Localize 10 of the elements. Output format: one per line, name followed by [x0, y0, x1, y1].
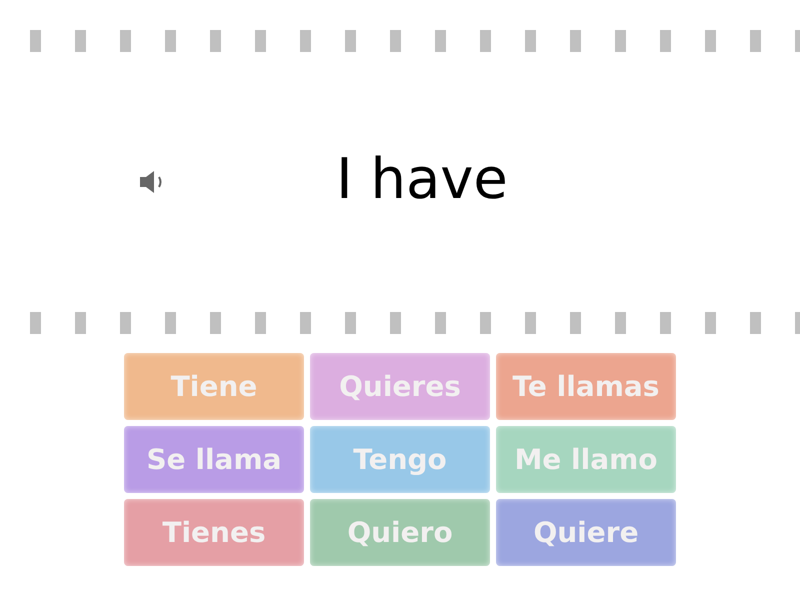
- answer-tile[interactable]: Quieres: [310, 353, 490, 420]
- answer-tile[interactable]: Se llama: [124, 426, 304, 493]
- answer-tile[interactable]: Quiero: [310, 499, 490, 566]
- answer-tile[interactable]: Quiere: [496, 499, 676, 566]
- answer-tile[interactable]: Me llamo: [496, 426, 676, 493]
- answer-tile[interactable]: Tengo: [310, 426, 490, 493]
- answer-tile[interactable]: Tienes: [124, 499, 304, 566]
- answer-tile[interactable]: Tiene: [124, 353, 304, 420]
- prompt-text: I have: [336, 146, 508, 214]
- answer-tile[interactable]: Te llamas: [496, 353, 676, 420]
